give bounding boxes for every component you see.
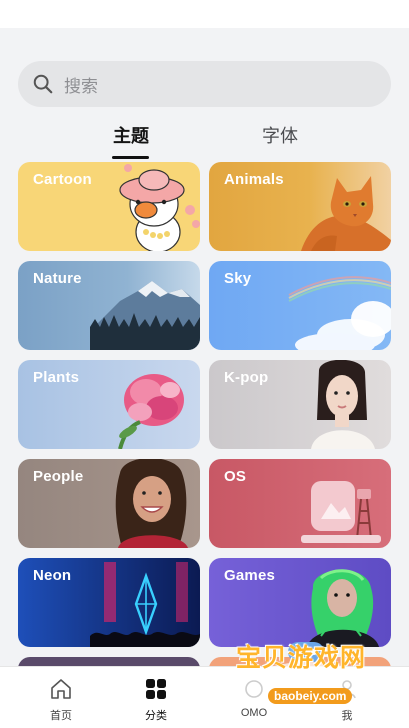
category-label: OS bbox=[224, 468, 247, 485]
category-card-people[interactable]: People bbox=[18, 459, 200, 548]
tab-themes[interactable]: 主题 bbox=[113, 122, 149, 148]
status-bar bbox=[0, 0, 409, 28]
category-label: People bbox=[33, 468, 84, 485]
category-card-animals[interactable]: Animals bbox=[209, 162, 391, 251]
cat-illustration bbox=[301, 176, 391, 251]
site-watermark: 宝贝游戏网 baobeiy.com bbox=[232, 636, 378, 720]
category-label: K-pop bbox=[224, 369, 269, 386]
search-placeholder: 搜索 bbox=[64, 76, 98, 96]
category-label: Nature bbox=[33, 270, 82, 287]
nav-label: 分类 bbox=[145, 710, 167, 722]
category-card-sky[interactable]: Sky bbox=[209, 261, 391, 350]
category-card-cartoon[interactable]: Cartoon bbox=[18, 162, 200, 251]
portrait-woman-illustration bbox=[311, 360, 375, 449]
category-label: Neon bbox=[33, 567, 72, 584]
category-label: Sky bbox=[224, 270, 252, 287]
cartoon-duck-illustration bbox=[119, 164, 200, 251]
category-card-os[interactable]: OS bbox=[209, 459, 391, 548]
category-card-nature[interactable]: Nature bbox=[18, 261, 200, 350]
category-card-kpop[interactable]: K-pop bbox=[209, 360, 391, 449]
mountain-illustration bbox=[90, 281, 200, 350]
category-grid: Cartoon Animals Nature Sky Plants K-pop … bbox=[0, 162, 409, 666]
category-label: Games bbox=[224, 567, 276, 584]
nav-item-category[interactable]: 分类 bbox=[116, 667, 196, 728]
watermark-url: baobeiy.com bbox=[268, 688, 353, 704]
game-character-illustration bbox=[307, 569, 379, 647]
os-3d-illustration bbox=[301, 481, 381, 543]
search-bar[interactable]: 搜索 bbox=[18, 61, 391, 107]
search-icon bbox=[33, 74, 53, 94]
category-card-neon[interactable]: Neon bbox=[18, 558, 200, 647]
nav-label: 首页 bbox=[50, 710, 72, 722]
home-icon bbox=[51, 679, 71, 699]
peony-flower-illustration bbox=[118, 374, 184, 449]
category-label: Animals bbox=[224, 171, 284, 188]
watermark-title: 宝贝游戏网 bbox=[236, 644, 367, 672]
sky-cloud-illustration bbox=[288, 276, 391, 350]
tab-fonts[interactable]: 字体 bbox=[262, 122, 298, 148]
category-label: Plants bbox=[33, 369, 80, 386]
grid-icon bbox=[146, 679, 166, 699]
nav-item-home[interactable]: 首页 bbox=[21, 667, 101, 728]
category-card-plants[interactable]: Plants bbox=[18, 360, 200, 449]
tab-indicator bbox=[112, 156, 149, 159]
category-label: Cartoon bbox=[33, 171, 92, 188]
category-card-partial[interactable] bbox=[18, 657, 200, 666]
neon-stage-illustration bbox=[90, 562, 200, 647]
portrait-smiling-woman-illustration bbox=[115, 459, 188, 548]
tab-bar: 主题 字体 bbox=[0, 122, 409, 160]
category-card-games[interactable]: Games bbox=[209, 558, 391, 647]
